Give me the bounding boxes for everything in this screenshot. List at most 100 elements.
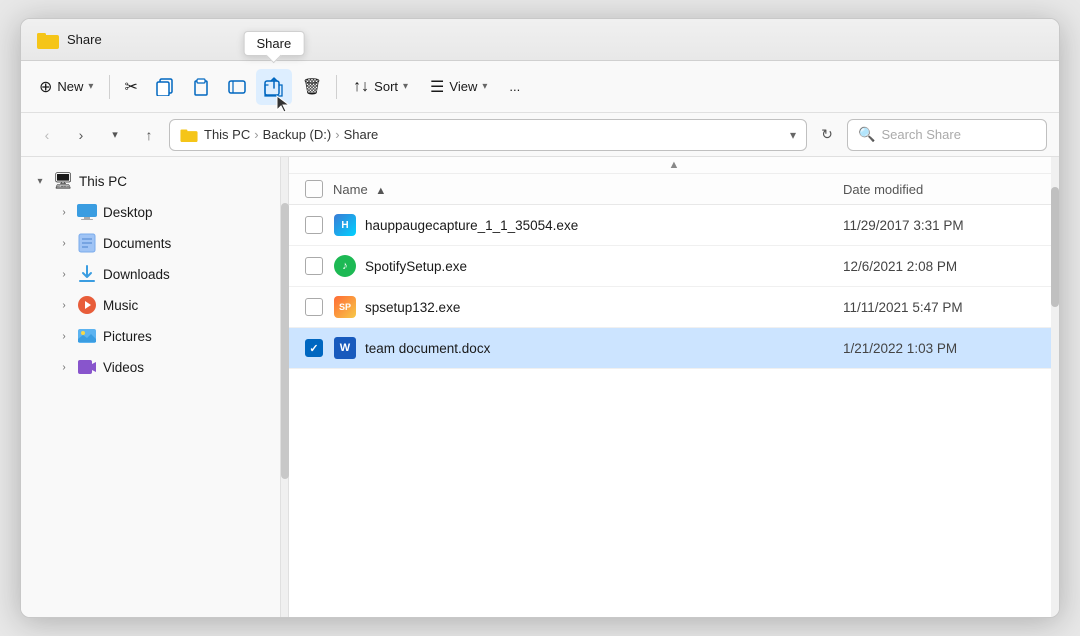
sidebar-item-videos[interactable]: › Videos (25, 352, 276, 382)
copy-button[interactable] (148, 69, 182, 105)
paste-button[interactable] (184, 69, 218, 105)
file-icon-sp: SP (333, 295, 357, 319)
delete-icon: 🗑 (302, 77, 322, 97)
title-folder-icon (37, 31, 59, 49)
paste-icon (192, 78, 210, 96)
new-button[interactable]: ⊕ New ▾ (29, 69, 103, 105)
file-scrollbar-track[interactable] (1051, 157, 1059, 617)
file-row-selected[interactable]: ✓ W team document.docx 1/21/2022 1:03 PM (289, 328, 1059, 369)
delete-button[interactable]: 🗑 (294, 69, 330, 105)
crumb-share[interactable]: Share (344, 127, 379, 142)
sidebar-item-downloads[interactable]: › Downloads (25, 259, 276, 289)
rename-button[interactable] (220, 69, 254, 105)
forward-button[interactable]: › (67, 121, 95, 149)
title-bar: Share (21, 19, 1059, 61)
music-expand-icon: › (57, 300, 71, 311)
sidebar-item-desktop[interactable]: › Desktop (25, 197, 276, 227)
file-list-header: Name ▲ Date modified (289, 174, 1059, 205)
sidebar-item-music[interactable]: › Music (25, 290, 276, 320)
sidebar-item-documents[interactable]: › Documents (25, 228, 276, 258)
sp-exe-icon: SP (334, 296, 356, 318)
desktop-expand-icon: › (57, 207, 71, 218)
header-checkbox-area (305, 180, 333, 198)
history-button[interactable]: ▾ (101, 121, 129, 149)
search-bar[interactable]: 🔍 Search Share (847, 119, 1047, 151)
main-content: ▾ 🖥 This PC › Desktop › (21, 157, 1059, 617)
sidebar-item-pictures[interactable]: › Pictures (25, 321, 276, 351)
file-checkbox-2[interactable] (305, 257, 333, 275)
file-checkbox-4[interactable]: ✓ (305, 339, 333, 357)
view-chevron-icon: ▾ (482, 81, 487, 92)
sidebar-scroll-thumb[interactable] (281, 203, 289, 479)
sort-icon: ↑↓ (353, 78, 369, 96)
file-icon-word: W (333, 336, 357, 360)
sort-asc-icon: ▲ (375, 185, 386, 197)
downloads-expand-icon: › (57, 269, 71, 280)
this-pc-expand-icon: ▾ (33, 176, 47, 187)
more-label: ... (509, 79, 520, 94)
share-tooltip: Share (244, 31, 305, 56)
collapse-icon[interactable]: ▲ (669, 159, 680, 171)
checkbox-checked-4[interactable]: ✓ (305, 339, 323, 357)
pictures-icon (77, 326, 97, 346)
downloads-icon (77, 264, 97, 284)
rename-icon (228, 78, 246, 96)
col-name-header[interactable]: Name ▲ (333, 182, 843, 197)
address-bar[interactable]: This PC › Backup (D:) › Share ▾ (169, 119, 807, 151)
copy-icon (156, 78, 174, 96)
up-button[interactable]: ↑ (135, 121, 163, 149)
new-chevron-icon: ▾ (88, 81, 93, 92)
view-button[interactable]: ☰ View ▾ (420, 69, 497, 105)
videos-icon (77, 357, 97, 377)
sidebar-this-pc[interactable]: ▾ 🖥 This PC (25, 166, 276, 196)
col-date-header[interactable]: Date modified (843, 182, 1043, 197)
crumb-backup[interactable]: Backup (D:) (263, 127, 332, 142)
sidebar-this-pc-label: This PC (79, 174, 127, 189)
spotify-exe-icon: ♪ (334, 255, 356, 277)
file-name-3: spsetup132.exe (365, 300, 843, 315)
videos-expand-icon: › (57, 362, 71, 373)
check-mark: ✓ (309, 342, 318, 355)
file-scroll-thumb[interactable] (1051, 187, 1059, 307)
sort-button[interactable]: ↑↓ Sort ▾ (343, 69, 418, 105)
address-folder-icon (180, 128, 198, 142)
back-button[interactable]: ‹ (33, 121, 61, 149)
address-dropdown-icon[interactable]: ▾ (790, 128, 796, 142)
file-name-2: SpotifySetup.exe (365, 259, 843, 274)
select-all-checkbox[interactable] (305, 180, 323, 198)
file-checkbox-3[interactable] (305, 298, 333, 316)
sort-chevron-icon: ▾ (403, 81, 408, 92)
file-row[interactable]: ♪ SpotifySetup.exe 12/6/2021 2:08 PM (289, 246, 1059, 287)
search-icon: 🔍 (858, 126, 875, 143)
file-row[interactable]: H hauppaugecapture_1_1_35054.exe 11/29/2… (289, 205, 1059, 246)
file-row[interactable]: SP spsetup132.exe 11/11/2021 5:47 PM (289, 287, 1059, 328)
checkbox-unchecked-3[interactable] (305, 298, 323, 316)
more-button[interactable]: ... (499, 69, 530, 105)
refresh-button[interactable]: ↻ (813, 121, 841, 149)
sidebar-pictures-label: Pictures (103, 329, 152, 344)
sidebar-videos-label: Videos (103, 360, 144, 375)
sort-label: Sort (374, 79, 398, 94)
toolbar-sep-1 (109, 75, 110, 99)
file-explorer-window: Share ⊕ New ▾ ✂ (20, 18, 1060, 618)
word-doc-icon: W (334, 337, 356, 359)
checkbox-unchecked-1[interactable] (305, 216, 323, 234)
search-placeholder: Search Share (881, 127, 961, 142)
cut-button[interactable]: ✂ (116, 69, 145, 105)
checkbox-unchecked-2[interactable] (305, 257, 323, 275)
toolbar: ⊕ New ▾ ✂ (21, 61, 1059, 113)
crumb-sep-1: › (254, 127, 258, 142)
file-checkbox-1[interactable] (305, 216, 333, 234)
col-date-label: Date modified (843, 182, 923, 197)
file-date-4: 1/21/2022 1:03 PM (843, 341, 1043, 356)
pictures-expand-icon: › (57, 331, 71, 342)
sidebar-scrollbar[interactable] (281, 157, 289, 617)
crumb-this-pc[interactable]: This PC (204, 127, 250, 142)
col-name-label: Name (333, 182, 368, 197)
music-icon (77, 295, 97, 315)
file-date-1: 11/29/2017 3:31 PM (843, 218, 1043, 233)
file-name-4: team document.docx (365, 341, 843, 356)
share-button[interactable] (256, 69, 292, 105)
view-icon: ☰ (430, 77, 444, 97)
documents-expand-icon: › (57, 238, 71, 249)
